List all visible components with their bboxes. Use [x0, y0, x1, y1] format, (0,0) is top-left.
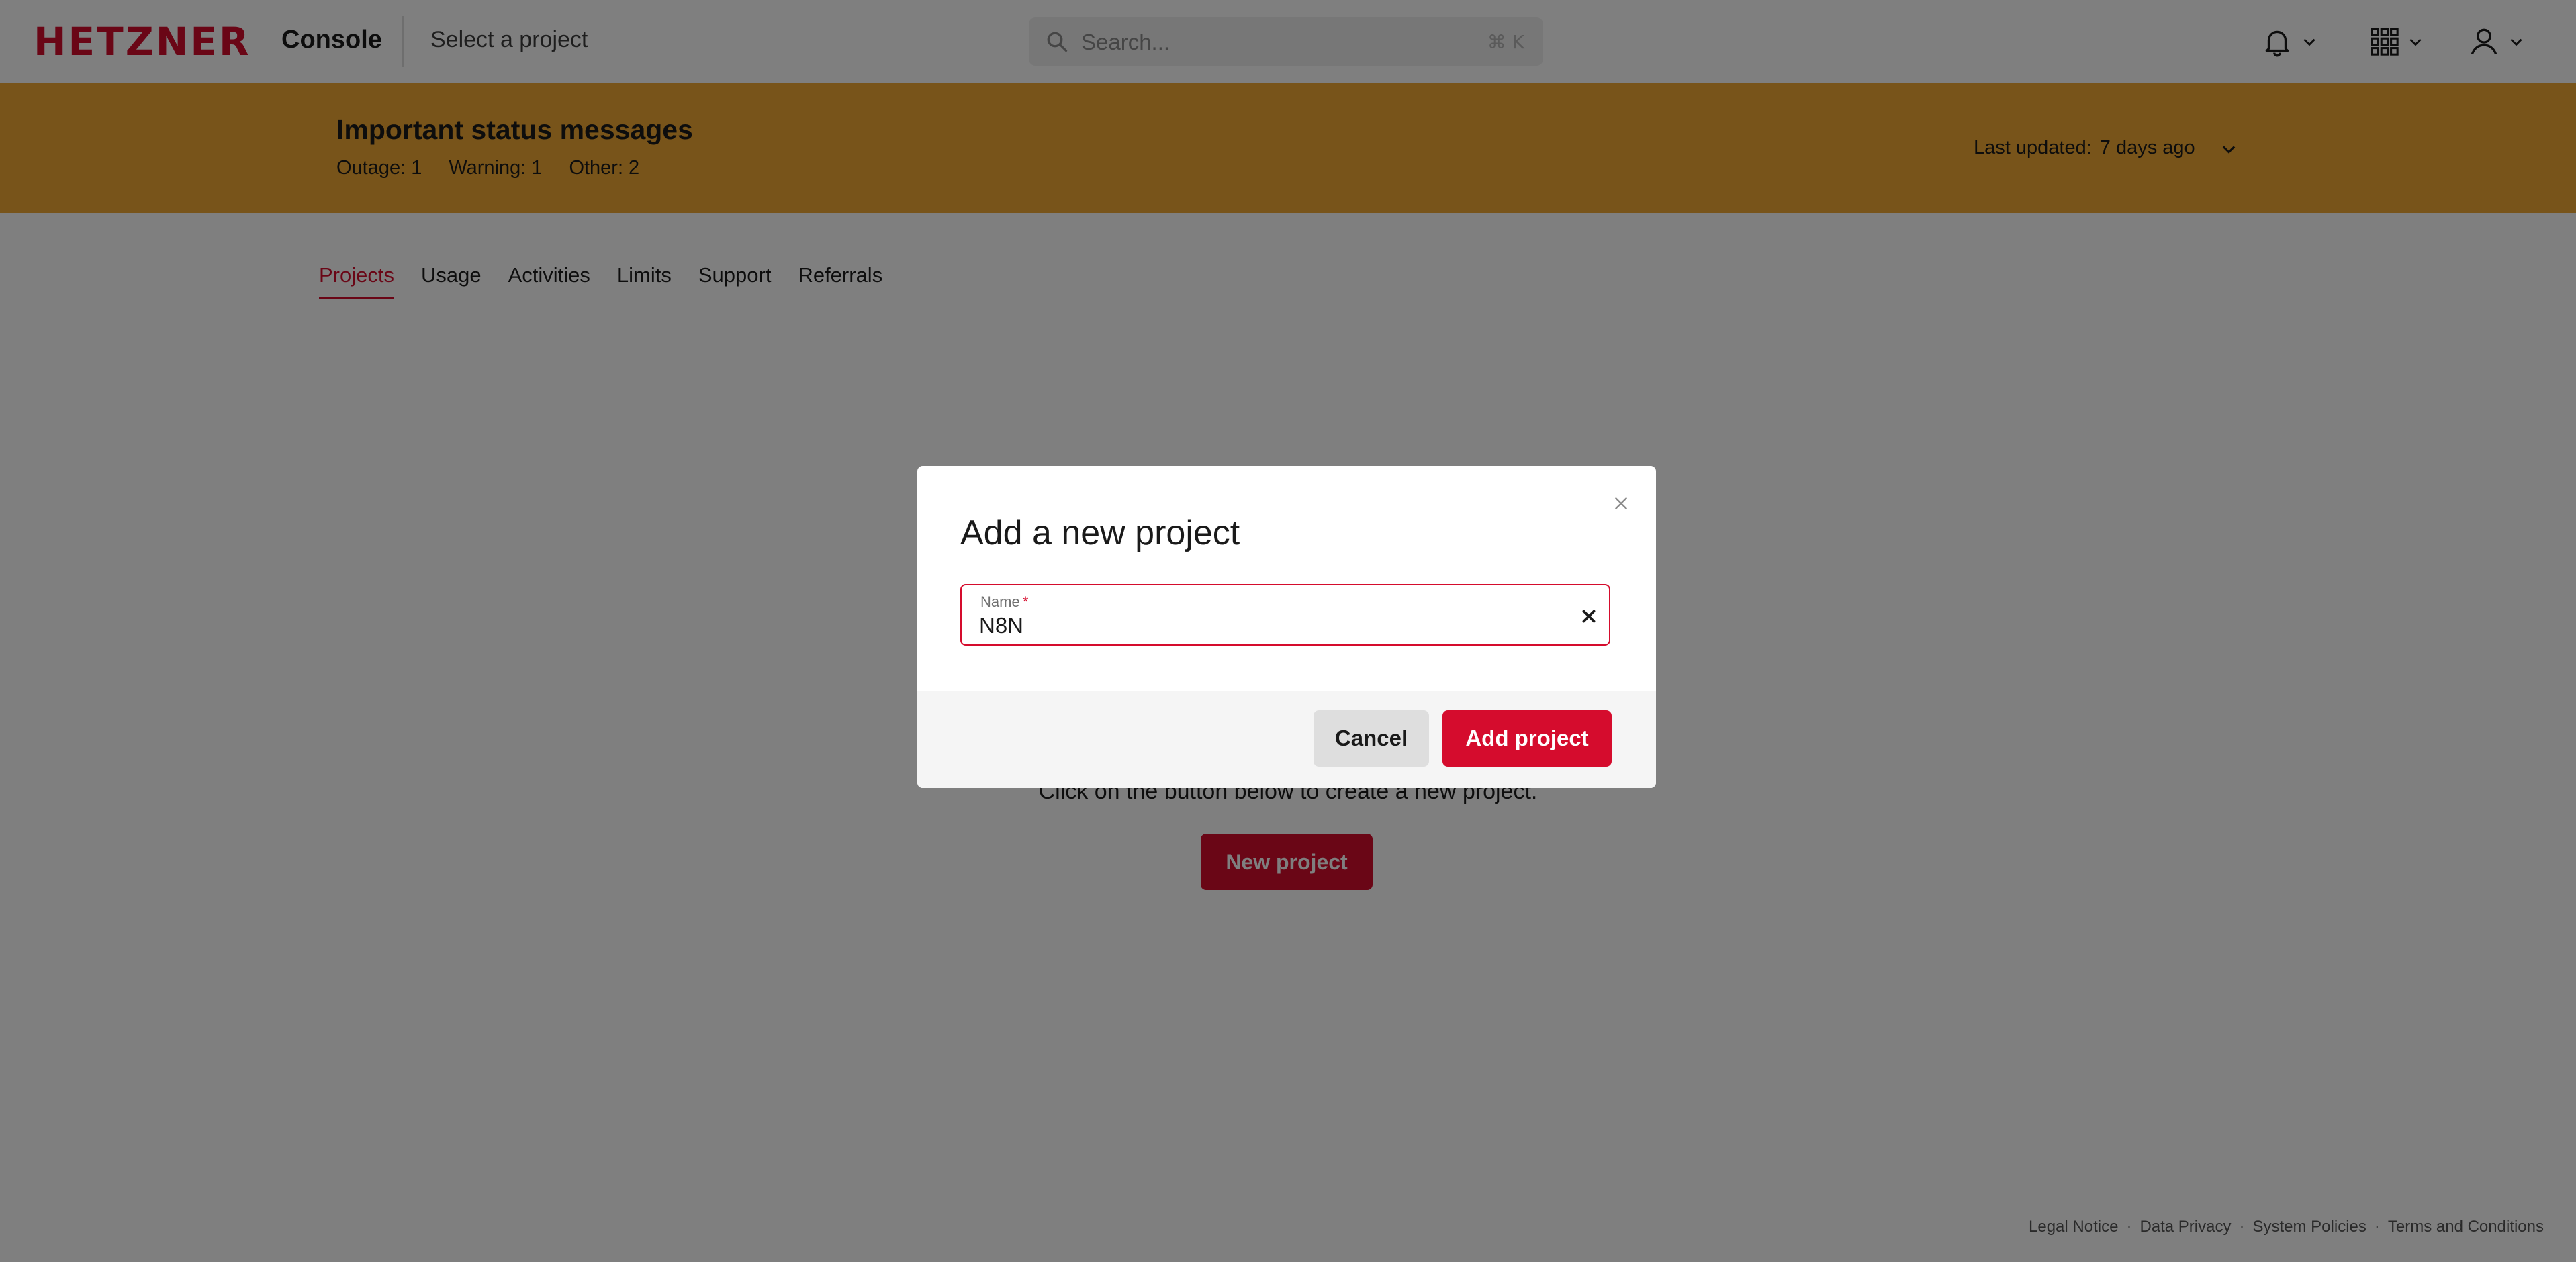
project-name-label: Name * — [980, 593, 1029, 610]
dialog-footer: Cancel Add project — [917, 691, 1656, 788]
project-name-field[interactable]: Name * — [960, 584, 1610, 646]
app-frame: HETZNER Console Select a project ⌘ K — [0, 0, 2576, 1262]
dialog-title: Add a new project — [960, 514, 1240, 552]
project-name-input[interactable] — [979, 611, 1557, 640]
clear-input-button[interactable] — [1575, 603, 1602, 630]
add-project-button[interactable]: Add project — [1442, 710, 1612, 767]
cancel-button[interactable]: Cancel — [1314, 710, 1429, 767]
close-dialog-button[interactable] — [1608, 490, 1635, 517]
close-icon — [1615, 497, 1627, 509]
close-icon — [1582, 610, 1596, 623]
add-project-dialog: Add a new project Name* Cancel Add proje… — [917, 466, 1656, 788]
